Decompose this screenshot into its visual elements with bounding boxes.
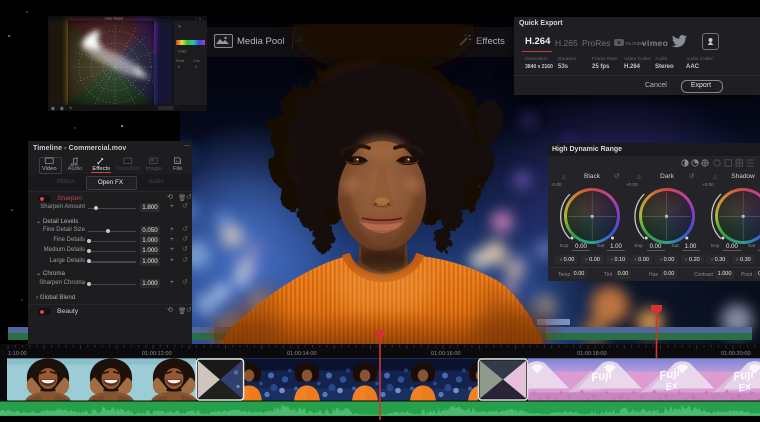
svg-text:01:00:14:00: 01:00:14:00 bbox=[287, 351, 317, 357]
svg-text:YouTube: YouTube bbox=[625, 41, 643, 46]
svg-text:Color: Color bbox=[178, 50, 187, 54]
svg-text:Cols: Cols bbox=[193, 59, 200, 63]
svg-text:1:10:00: 1:10:00 bbox=[8, 351, 27, 357]
svg-text:01:00:20:00: 01:00:20:00 bbox=[721, 351, 751, 357]
svg-text:▣: ▣ bbox=[51, 106, 55, 111]
svg-text:▣: ▣ bbox=[60, 106, 64, 111]
svg-text:FX: FX bbox=[176, 160, 181, 164]
svg-text:⋮: ⋮ bbox=[194, 17, 198, 21]
svg-text:8: 8 bbox=[195, 65, 197, 69]
svg-text:×: × bbox=[199, 17, 201, 21]
svg-text:✎: ✎ bbox=[178, 24, 181, 29]
svg-text:8: 8 bbox=[178, 65, 180, 69]
svg-text:Ex: Ex bbox=[738, 381, 752, 394]
svg-text:Rows: Rows bbox=[176, 59, 185, 63]
svg-text:✎: ✎ bbox=[69, 106, 72, 111]
svg-text:01:00:12:00: 01:00:12:00 bbox=[142, 351, 172, 357]
svg-text:Color Warper: Color Warper bbox=[105, 17, 125, 21]
